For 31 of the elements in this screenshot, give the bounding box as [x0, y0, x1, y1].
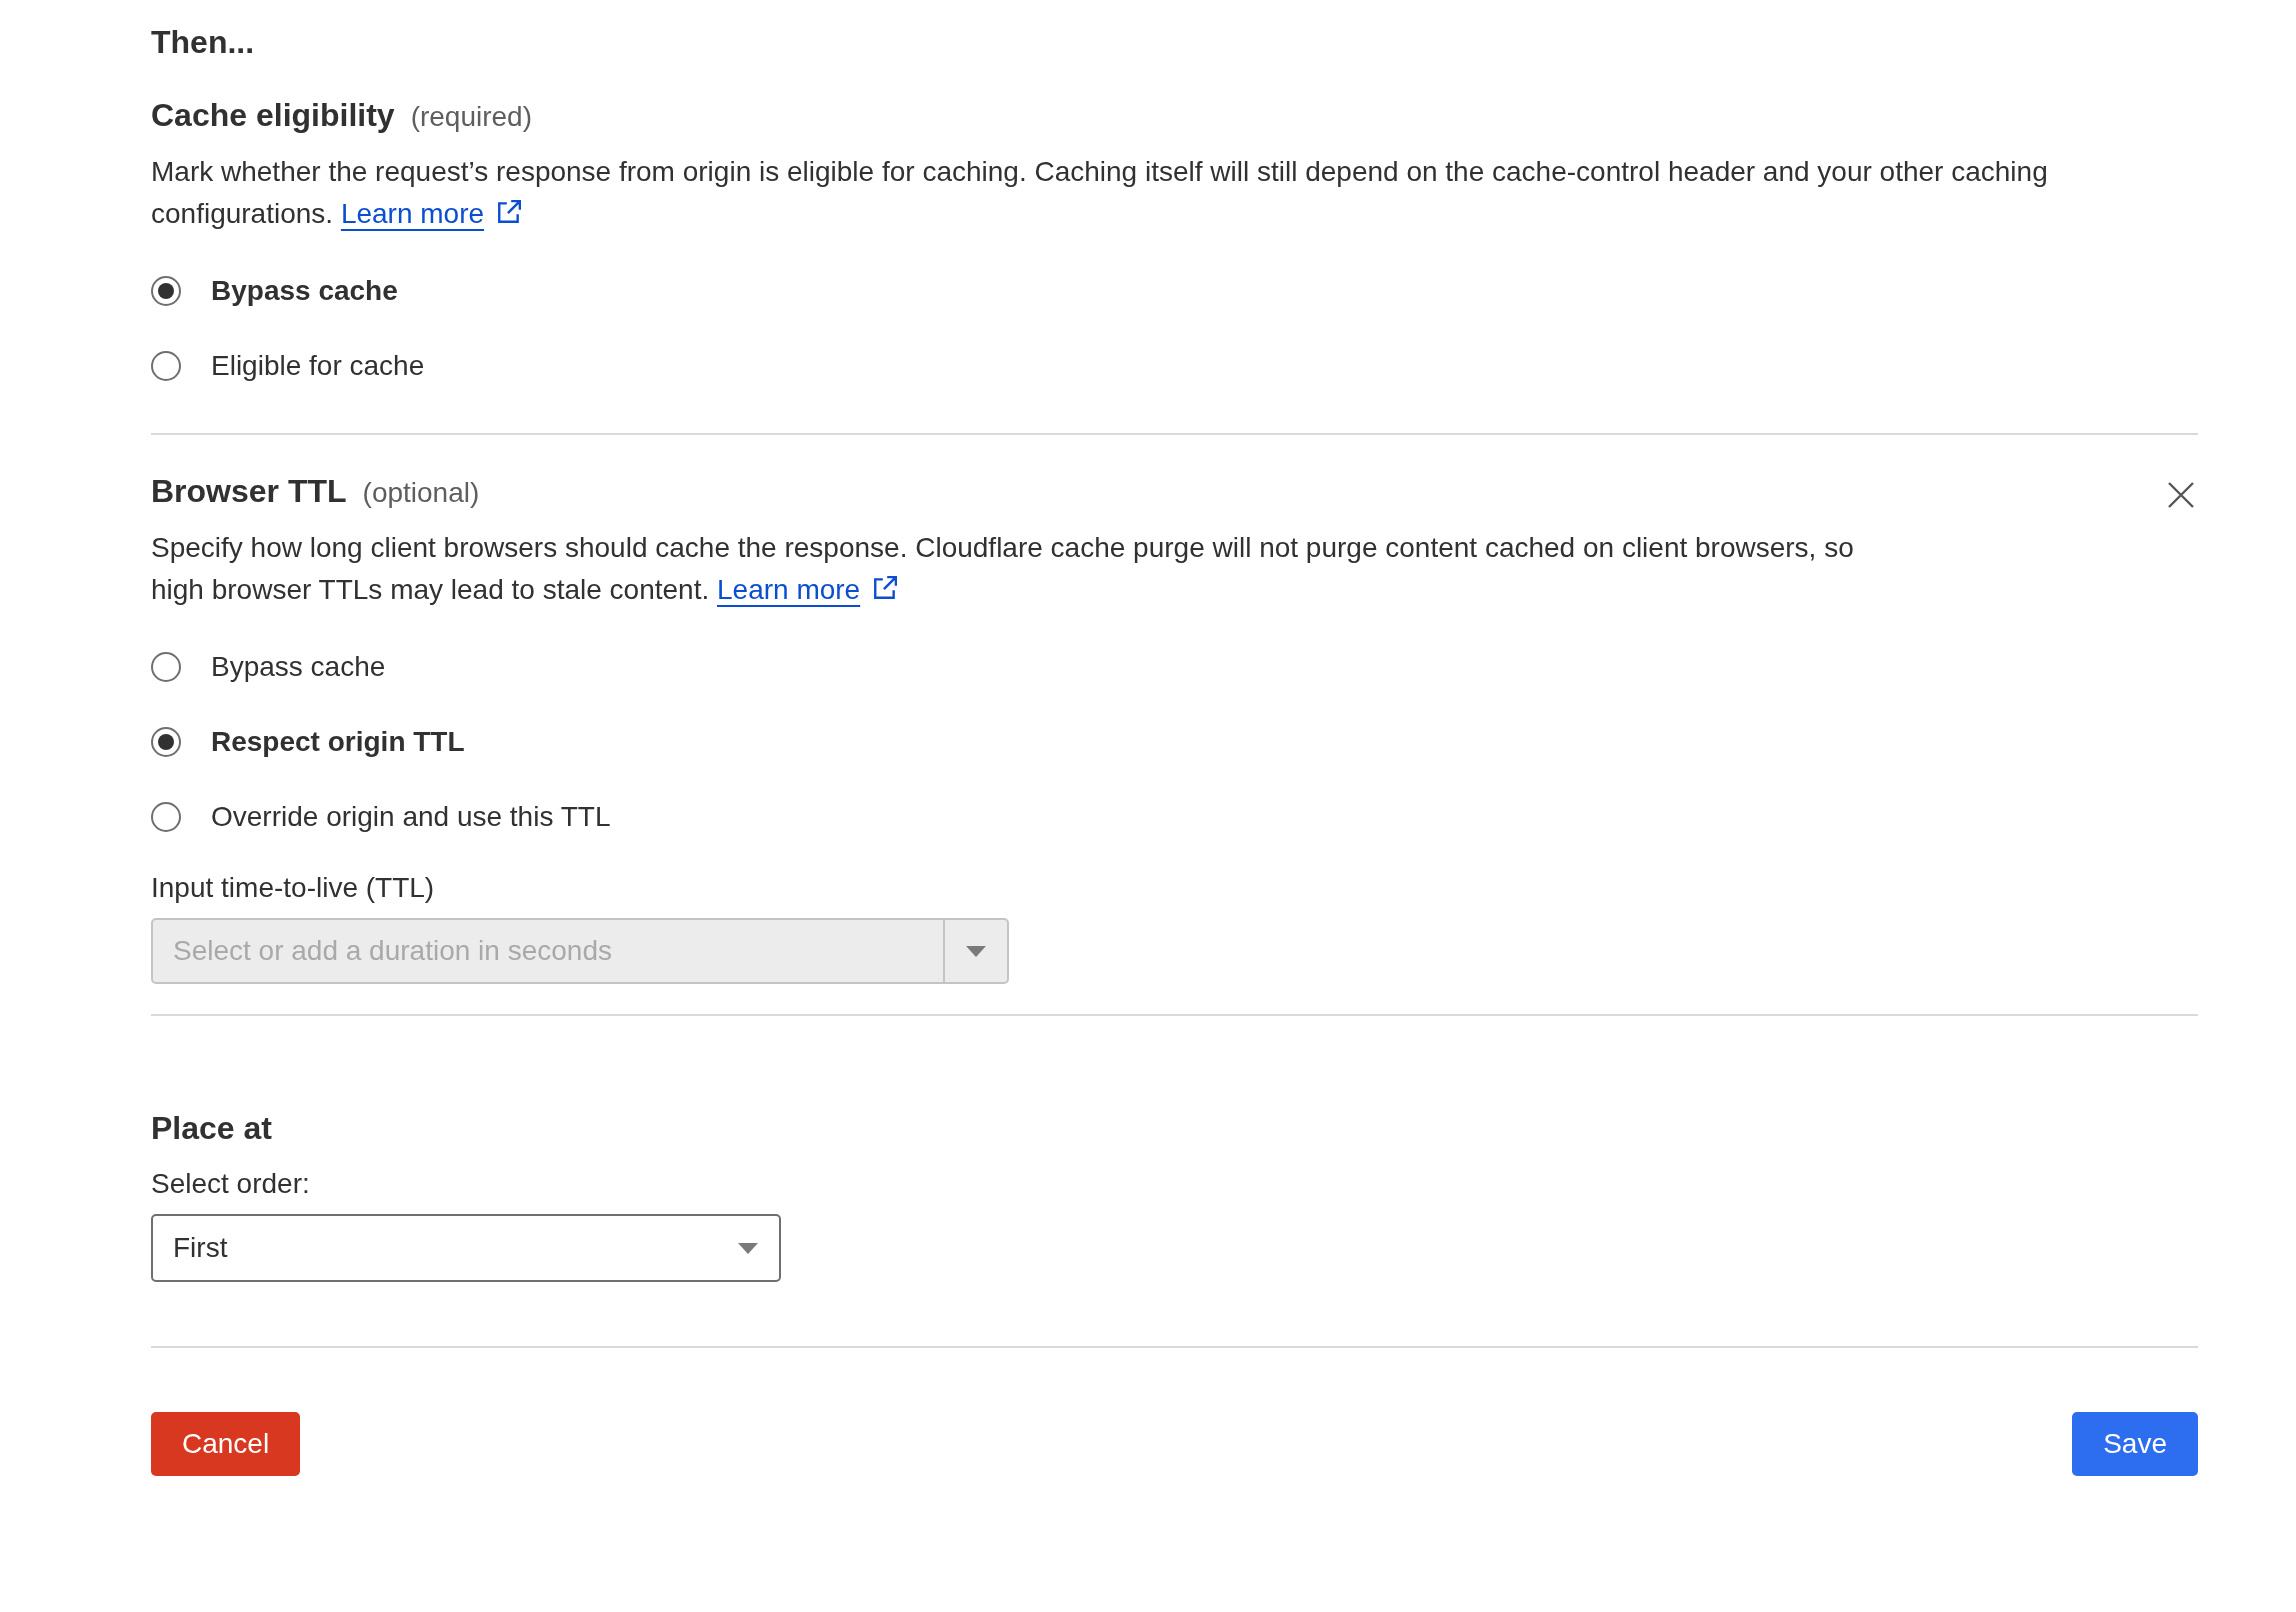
section-title: Cache eligibility: [151, 97, 395, 134]
radio-button[interactable]: [151, 801, 181, 832]
close-button[interactable]: [2166, 480, 2196, 510]
qualifier-label: (required): [410, 101, 532, 133]
radio-option[interactable]: Bypass cache: [151, 253, 2198, 328]
close-icon: [2168, 482, 2194, 508]
save-button[interactable]: Save: [2072, 1412, 2198, 1476]
radio-button[interactable]: [151, 275, 181, 306]
section-title: Browser TTL: [151, 473, 347, 510]
radio-button[interactable]: [151, 350, 181, 381]
learn-more-link[interactable]: Learn more: [340, 198, 485, 229]
external-link-icon: [496, 199, 523, 225]
field-label: Input time-to-live (TTL): [151, 871, 436, 905]
description-text: Specify how long client browsers should cache the response. Cloudflare cache purge will not purge content cached on client browsers, so high browser TTLs may lead to stale content. Learn more: [151, 531, 1855, 607]
field-label: Select order:: [151, 1167, 311, 1201]
caret-down-icon: [738, 1242, 758, 1254]
qualifier-label: (optional): [362, 477, 480, 509]
radio-option[interactable]: Eligible for cache: [151, 328, 2198, 403]
description-text: Mark whether the request’s response from origin is eligible for caching. Caching itself will still depend on the cache-control header and your other caching configurations. Learn more: [151, 155, 2049, 231]
order-select-field[interactable]: First: [151, 1214, 781, 1282]
section-title: Place at: [151, 1109, 273, 1148]
section-heading: Then...: [151, 23, 256, 62]
external-link-icon: [872, 575, 899, 601]
radio-option[interactable]: Respect origin TTL: [151, 704, 2198, 779]
radio-button[interactable]: [151, 726, 181, 757]
caret-down-icon: [966, 945, 986, 957]
radio-option[interactable]: Bypass cache: [151, 629, 2198, 704]
radio-button[interactable]: [151, 651, 181, 682]
learn-more-link[interactable]: Learn more: [717, 574, 861, 605]
cancel-button[interactable]: Cancel: [151, 1412, 301, 1476]
radio-option[interactable]: Override origin and use this TTL: [151, 779, 2198, 854]
